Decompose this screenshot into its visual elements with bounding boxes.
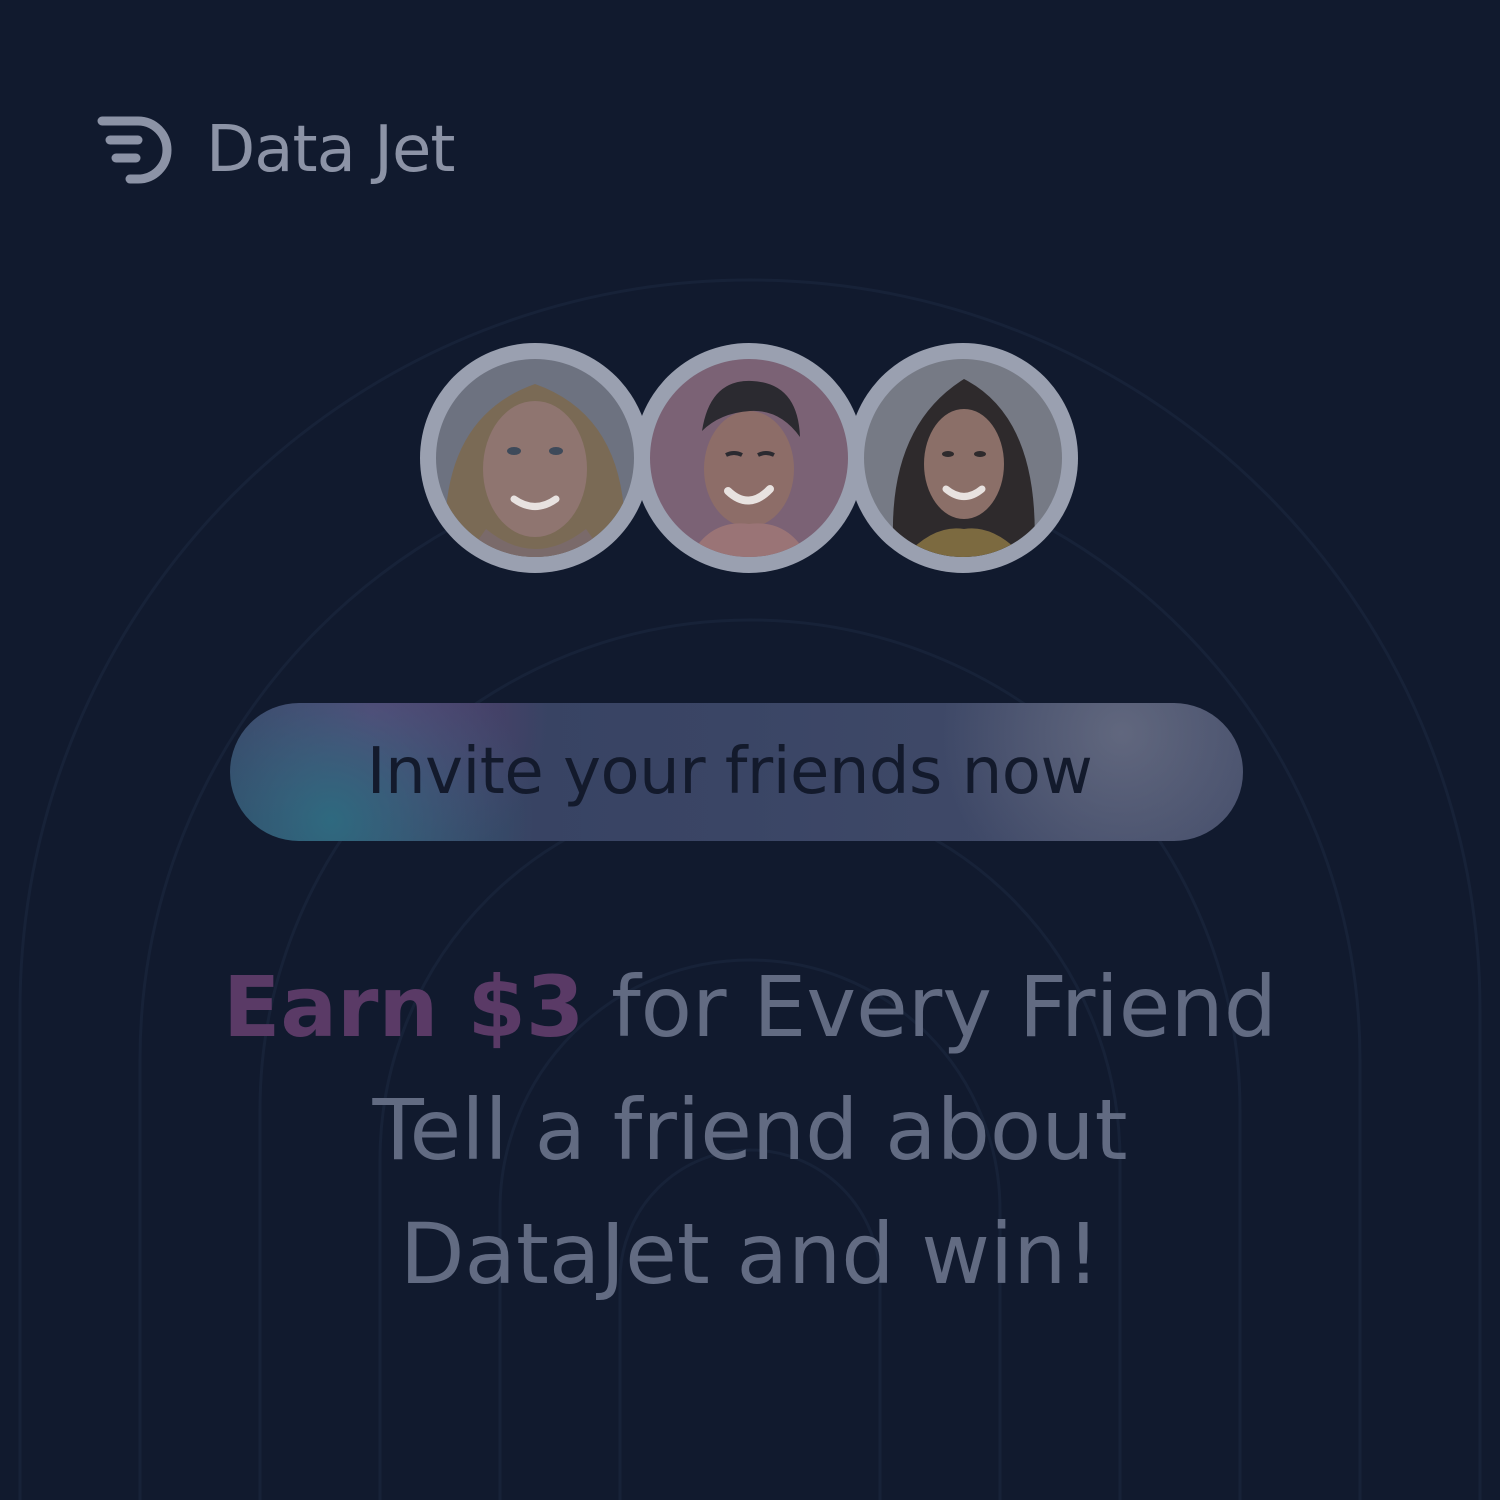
avatar-man-curly-hair xyxy=(650,359,848,557)
headline-line-2: Tell a friend about xyxy=(372,1081,1128,1179)
avatar xyxy=(848,343,1078,573)
headline-line-3: DataJet and win! xyxy=(399,1205,1101,1303)
avatar xyxy=(634,343,864,573)
brand-name: Data Jet xyxy=(206,113,455,187)
datajet-logo-icon xyxy=(97,116,172,184)
avatar-woman-brunette xyxy=(864,359,1062,557)
avatar-woman-blonde xyxy=(436,359,634,557)
invite-friends-button[interactable]: Invite your friends now xyxy=(230,703,1243,841)
headline-rest: for Every Friend xyxy=(584,958,1278,1056)
invite-friends-label: Invite your friends now xyxy=(366,735,1093,809)
friend-avatars xyxy=(420,343,1080,577)
brand-logo[interactable]: Data Jet xyxy=(96,112,455,188)
headline-earn: Earn $3 for Every Friend xyxy=(0,945,1500,1069)
earn-amount: Earn $3 xyxy=(222,958,585,1056)
avatar xyxy=(420,343,650,573)
